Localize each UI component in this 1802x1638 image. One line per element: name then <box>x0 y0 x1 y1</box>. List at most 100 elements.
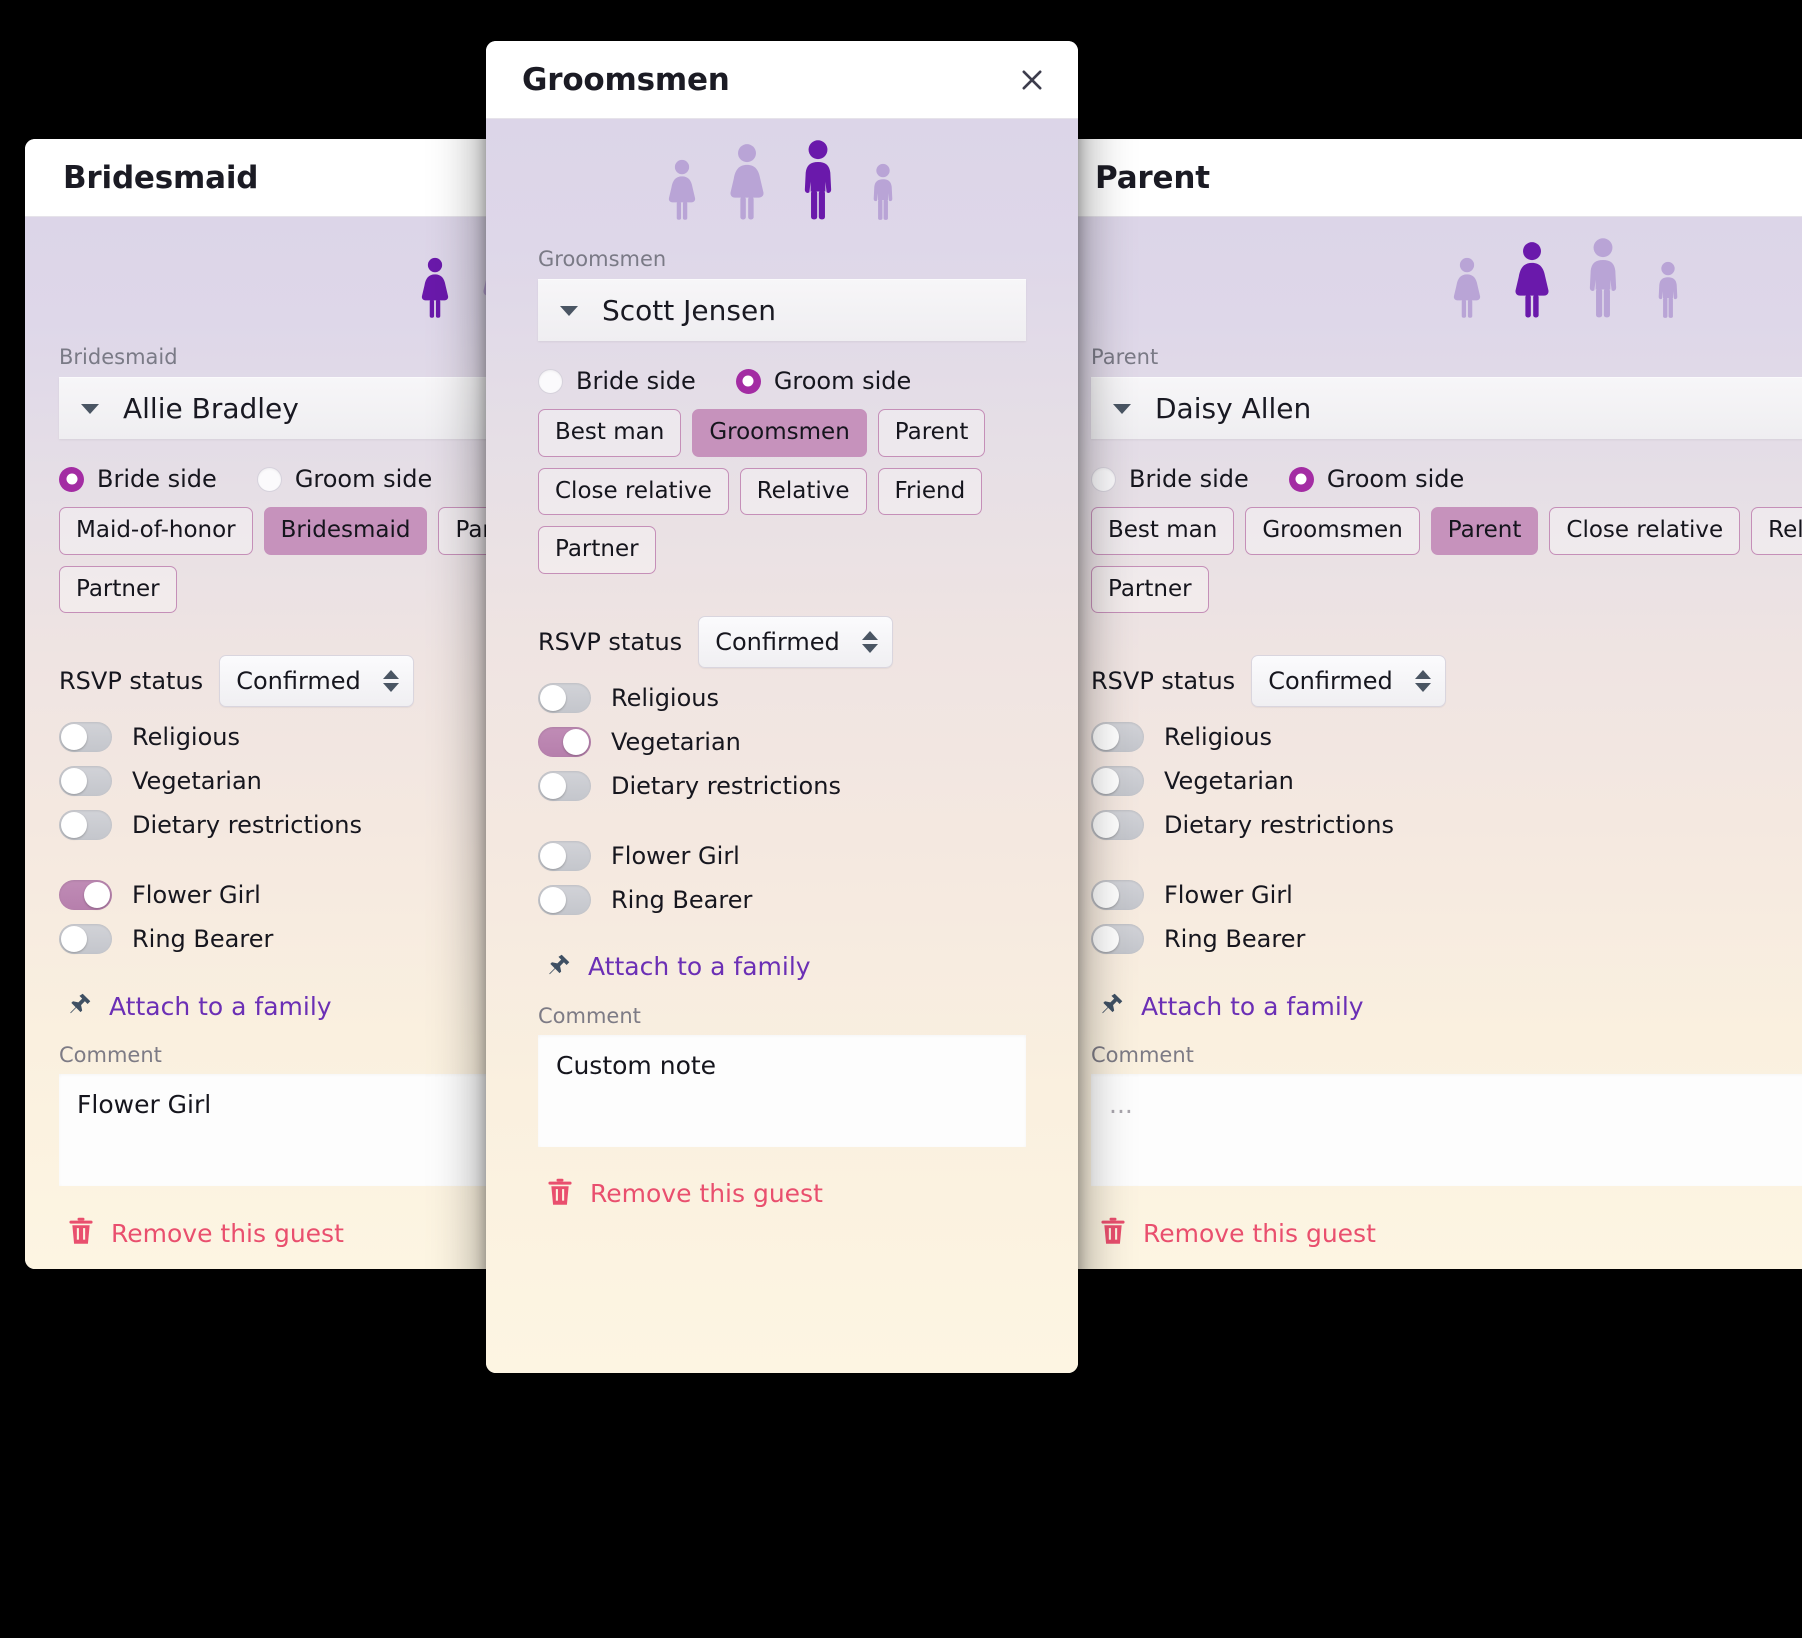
rsvp-value: Confirmed <box>236 667 361 696</box>
figure-girl[interactable] <box>1450 257 1484 319</box>
close-icon <box>1018 66 1046 94</box>
toggle-flower-girl[interactable]: Flower Girl <box>1091 873 1802 917</box>
rsvp-select[interactable]: Confirmed <box>219 655 414 708</box>
radio-label: Bride side <box>1129 465 1249 493</box>
chip-parent[interactable]: Parent <box>877 409 986 457</box>
figure-woman-active[interactable] <box>1510 241 1554 319</box>
role-chip-group: Best man Groomsmen Parent Close relative Rel… <box>1091 507 1802 617</box>
radio-label: Bride side <box>576 367 696 395</box>
radio-bride-side[interactable]: Bride side <box>1091 465 1249 493</box>
toggle-label: Ring Bearer <box>132 925 274 954</box>
chip-groomsmen[interactable]: Groomsmen <box>692 409 867 457</box>
toggle-switch <box>59 810 112 841</box>
toggle-dietary-restrictions[interactable]: Dietary restrictions <box>538 764 1026 808</box>
chip-parent[interactable]: Parent <box>1430 507 1539 555</box>
chip-close-relative[interactable]: Close relative <box>1549 507 1741 555</box>
radio-label: Groom side <box>773 367 912 395</box>
toggle-vegetarian[interactable]: Vegetarian <box>538 720 1026 764</box>
toggle-switch <box>1091 924 1144 955</box>
chevron-down-icon <box>560 305 578 316</box>
radio-indicator <box>1288 466 1314 492</box>
close-button[interactable] <box>1012 60 1052 100</box>
attach-to-family-link[interactable]: Attach to a family <box>538 922 1026 1004</box>
name-value: Daisy Allen <box>1155 392 1312 425</box>
stepper-icon <box>861 630 878 653</box>
comment-input[interactable]: Custom note <box>538 1034 1026 1147</box>
figure-man-active[interactable] <box>795 139 841 221</box>
chip-close-relative[interactable]: Close relative <box>538 467 729 516</box>
rsvp-label: RSVP status <box>59 667 204 696</box>
toggle-religious[interactable]: Religious <box>538 676 1026 720</box>
toggle-switch <box>538 884 591 915</box>
chip-maid-of-honor[interactable]: Maid-of-honor <box>59 507 253 555</box>
toggle-vegetarian[interactable]: Vegetarian <box>1091 759 1802 803</box>
figure-girl-active[interactable] <box>418 257 452 319</box>
rsvp-select[interactable]: Confirmed <box>698 615 893 668</box>
name-select[interactable]: Scott Jensen <box>538 279 1026 341</box>
radio-bride-side[interactable]: Bride side <box>59 465 217 493</box>
toggle-label: Vegetarian <box>611 727 741 756</box>
remove-guest-link[interactable]: Remove this guest <box>1091 1186 1802 1250</box>
chip-relative[interactable]: Relative <box>1751 507 1802 555</box>
toggle-switch <box>59 880 112 911</box>
toggle-switch <box>59 766 112 797</box>
toggle-label: Dietary restrictions <box>1164 811 1394 840</box>
chip-partner[interactable]: Partner <box>1091 565 1209 614</box>
comment-input[interactable]: ... <box>1091 1074 1802 1187</box>
rsvp-row: RSVP status Confirmed <box>1091 617 1802 715</box>
chip-best-man[interactable]: Best man <box>538 409 682 457</box>
chip-groomsmen[interactable]: Groomsmen <box>1245 507 1420 555</box>
remove-guest-link[interactable]: Remove this guest <box>538 1147 1026 1211</box>
chip-best-man[interactable]: Best man <box>1091 507 1235 555</box>
attach-to-family-link[interactable]: Attach to a family <box>1091 961 1802 1043</box>
chip-relative[interactable]: Relative <box>739 467 867 516</box>
radio-groom-side[interactable]: Groom side <box>256 465 432 493</box>
chip-bridesmaid[interactable]: Bridesmaid <box>263 507 428 555</box>
figure-boy[interactable] <box>1652 261 1684 319</box>
toggle-label: Vegetarian <box>132 767 262 796</box>
figure-girl[interactable] <box>665 159 699 221</box>
toggle-label: Ring Bearer <box>611 885 753 914</box>
radio-indicator <box>256 466 282 492</box>
dialog-title: Groomsmen <box>522 61 730 98</box>
attach-label: Attach to a family <box>109 991 332 1021</box>
radio-label: Groom side <box>1326 465 1465 493</box>
figure-man[interactable] <box>1580 237 1626 319</box>
remove-label: Remove this guest <box>590 1179 823 1209</box>
side-radio-group: Bride side Groom side <box>1091 439 1802 507</box>
chip-friend[interactable]: Friend <box>877 467 983 516</box>
rsvp-label: RSVP status <box>538 627 683 656</box>
side-radio-group: Bride side Groom side <box>538 341 1026 409</box>
chip-partner[interactable]: Partner <box>538 526 656 574</box>
rsvp-select[interactable]: Confirmed <box>1251 655 1446 708</box>
trash-icon <box>67 1216 95 1250</box>
radio-indicator <box>538 368 563 394</box>
figure-woman[interactable] <box>725 143 769 221</box>
toggle-ring-bearer[interactable]: Ring Bearer <box>1091 917 1802 961</box>
pin-icon <box>1099 991 1125 1021</box>
name-value: Allie Bradley <box>123 392 299 425</box>
name-select[interactable]: Daisy Allen <box>1091 377 1802 439</box>
toggle-label: Flower Girl <box>132 881 261 910</box>
toggle-switch <box>538 726 591 757</box>
pin-icon <box>67 991 93 1021</box>
chip-partner[interactable]: Partner <box>59 565 177 614</box>
toggle-switch <box>1091 810 1144 841</box>
trash-icon <box>546 1177 574 1211</box>
radio-groom-side[interactable]: Groom side <box>1288 465 1465 493</box>
rsvp-row: RSVP status Confirmed <box>538 578 1026 676</box>
figure-boy[interactable] <box>867 163 899 221</box>
toggle-switch <box>59 924 112 955</box>
toggle-flower-girl[interactable]: Flower Girl <box>538 834 1026 878</box>
toggle-switch <box>538 840 591 871</box>
figure-row <box>486 119 1078 247</box>
attach-label: Attach to a family <box>1141 991 1364 1021</box>
toggle-religious[interactable]: Religious <box>1091 715 1802 759</box>
toggle-ring-bearer[interactable]: Ring Bearer <box>538 878 1026 922</box>
radio-bride-side[interactable]: Bride side <box>538 367 696 395</box>
toggle-label: Flower Girl <box>611 841 740 870</box>
toggle-label: Religious <box>611 683 719 712</box>
toggle-dietary-restrictions[interactable]: Dietary restrictions <box>1091 803 1802 847</box>
toggle-switch <box>538 682 591 713</box>
radio-groom-side[interactable]: Groom side <box>735 367 912 395</box>
